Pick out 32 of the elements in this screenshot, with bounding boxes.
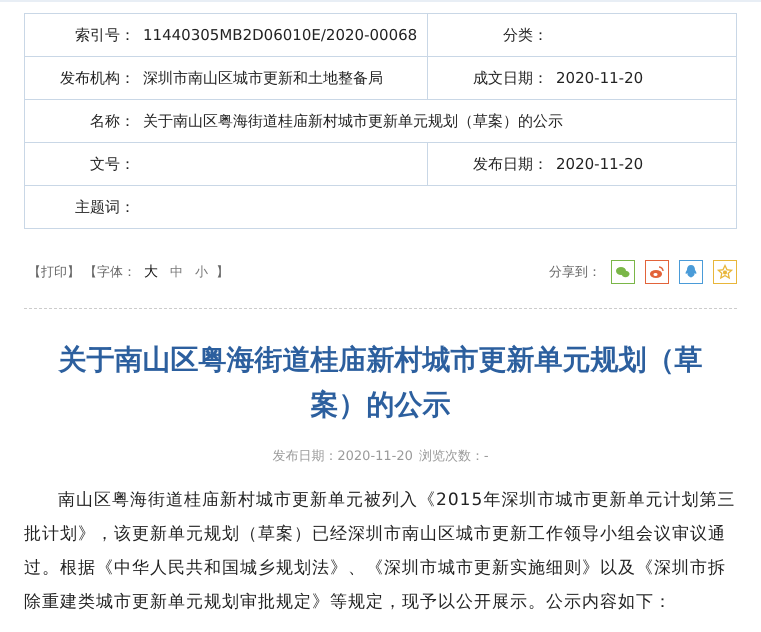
article-paragraph: 南山区粤海街道桂庙新村城市更新单元被列入《2015年深圳市城市更新单元计划第三批计划》，该更新单元规划（草案）已经深圳市南山区城市更新工作领导小组会议审议通过。根据《中华人民共和国城乡规划法》、《深圳市城市更新实施细则》以及《深圳市拆除重建类城市更新单元规划审批规定》等规定，现予以公开展示。公示内容如下： (24, 489, 736, 614)
field-value: 深圳市南山区城市更新和土地整备局 (143, 68, 383, 88)
share-button[interactable] (645, 260, 669, 284)
publish-date: 发布日期：2020-11-20 (272, 448, 413, 465)
share-button[interactable] (713, 260, 737, 284)
field-value: 关于南山区粤海街道桂庙新村城市更新单元规划（草案）的公示 (143, 112, 563, 130)
chat-bubbles-icon (615, 264, 631, 280)
font-size-label: 【字体： (84, 264, 136, 281)
eye-swirl-icon (649, 264, 665, 280)
field-label: 名称： (89, 112, 135, 130)
font-size-option[interactable]: 大 (144, 263, 158, 281)
font-size-option[interactable]: 小 (195, 263, 208, 281)
bracket-text: 】 (216, 264, 229, 281)
field-label: 发布日期： (472, 154, 548, 174)
field-value: 11440305MB2D06010E/2020-00068 (143, 26, 418, 44)
view-count: 浏览次数：- (418, 448, 489, 465)
field-value: 2020-11-20 (556, 69, 644, 87)
penguin-icon (683, 264, 699, 280)
field-label: 分类： (502, 26, 548, 44)
field-label: 索引号： (74, 26, 135, 44)
print-link[interactable]: 【打印】 (28, 263, 80, 281)
field-value: 2020-11-20 (556, 155, 644, 173)
share-button[interactable] (679, 260, 703, 284)
field-label: 文号： (89, 154, 135, 174)
font-size-option[interactable]: 中 (170, 263, 183, 281)
share-button[interactable] (611, 260, 635, 284)
share-label: 分享到： (549, 264, 601, 281)
field-label: 发布机构： (59, 68, 135, 88)
field-label: 主题词： (74, 198, 135, 216)
field-label: 成文日期： (472, 68, 548, 88)
article-title: 关于南山区粤海街道桂庙新村城市更新单元规划（草案）的公示 (57, 342, 704, 423)
star-icon (717, 264, 733, 280)
